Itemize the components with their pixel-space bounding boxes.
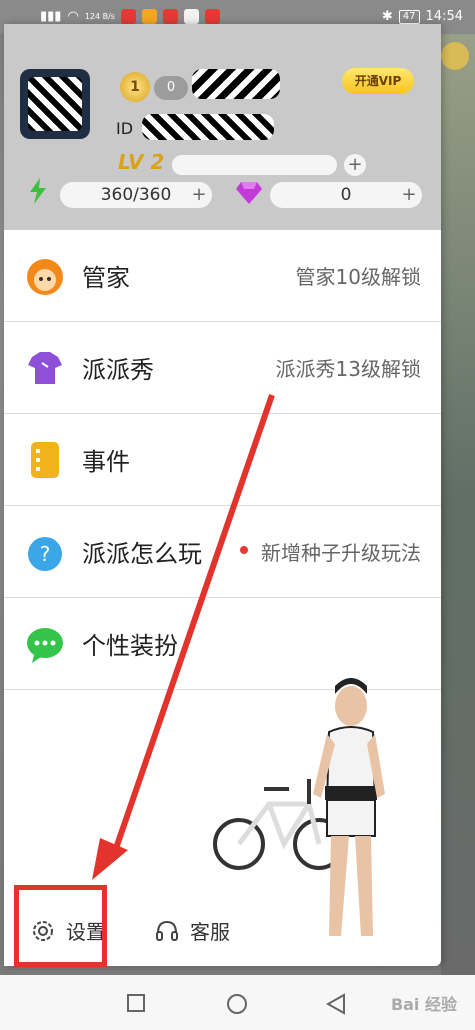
new-indicator-dot <box>240 546 248 554</box>
menu-item-butler[interactable]: 管家 管家10级解锁 <box>4 230 441 322</box>
status-right: ✱ 47 14:54 <box>382 9 463 24</box>
menu-label: 个性装扮 <box>82 632 178 660</box>
menu-hint: 管家10级解锁 <box>295 265 421 289</box>
level-progress-bar <box>172 155 337 175</box>
chat-bubble-icon <box>27 627 63 663</box>
character-figure <box>313 678 385 936</box>
svg-text:?: ? <box>40 542 51 566</box>
user-level: LV 2 <box>118 150 165 174</box>
back-button[interactable] <box>326 993 346 1015</box>
profile-header: 1 0 开通VIP ID LV 2 + 360/360 + 0 + <box>4 24 441 230</box>
customer-service-button[interactable]: 客服 <box>154 916 230 945</box>
add-level-button[interactable]: + <box>344 154 366 176</box>
menu-label: 事件 <box>82 448 130 476</box>
open-vip-button[interactable]: 开通VIP <box>342 68 414 94</box>
help-bubble-icon: ? <box>28 536 62 571</box>
drawer-menu: 管家 管家10级解锁 派派秀 派派秀13级解锁 事件 ? 派派怎么玩 新增种子升… <box>4 230 441 690</box>
menu-item-paipai-show[interactable]: 派派秀 派派秀13级解锁 <box>4 322 441 414</box>
butler-icon <box>27 258 63 295</box>
recent-apps-button[interactable] <box>126 993 146 1013</box>
clock: 14:54 <box>425 9 463 24</box>
menu-label: 管家 <box>82 264 130 292</box>
watermark: Bai 经验 <box>390 995 457 1014</box>
bluetooth-icon: ✱ <box>381 9 393 24</box>
add-gem-button[interactable]: + <box>398 184 420 206</box>
app-icon <box>141 9 157 24</box>
battery-indicator: 47 <box>398 9 420 24</box>
menu-hint: 新增种子升级玩法 <box>261 541 421 565</box>
diamond-badge-icon: 0 <box>154 76 188 100</box>
username-redacted <box>192 69 280 99</box>
user-id-label: ID <box>116 119 134 138</box>
level-badge-icon: 1 <box>120 72 150 102</box>
screen: ▮▮▮ ◠ 124 B/s ✱ 47 14:54 1 0 开通VIP ID LV… <box>0 0 475 1030</box>
add-energy-button[interactable]: + <box>188 184 210 206</box>
user-id-redacted <box>142 114 274 140</box>
side-drawer: 1 0 开通VIP ID LV 2 + 360/360 + 0 + 管家 管家1… <box>4 24 441 966</box>
menu-label: 派派秀 <box>82 356 154 384</box>
background-coin-icon <box>441 42 469 70</box>
menu-item-events[interactable]: 事件 <box>4 414 441 506</box>
notebook-icon <box>31 441 59 478</box>
gem-icon <box>236 182 262 204</box>
shirt-icon <box>28 351 62 384</box>
background-app-edge <box>441 30 475 975</box>
wifi-icon: ◠ <box>67 9 79 24</box>
user-avatar-icon[interactable] <box>20 69 90 139</box>
bicycle-icon <box>213 779 345 870</box>
app-icon <box>162 9 178 24</box>
menu-hint: 派派秀13级解锁 <box>275 357 421 381</box>
status-left: ▮▮▮ ◠ 124 B/s <box>40 9 220 24</box>
energy-icon <box>30 178 46 204</box>
system-navigation-bar: Bai 经验 <box>0 975 475 1030</box>
taobao-app-icon <box>120 9 136 24</box>
menu-label: 派派怎么玩 <box>82 540 202 568</box>
headset-icon <box>156 920 178 941</box>
app-icon <box>204 9 220 24</box>
home-button[interactable] <box>226 993 248 1015</box>
signal-icon: ▮▮▮ <box>40 9 62 24</box>
menu-item-how-to-play[interactable]: ? 派派怎么玩 新增种子升级玩法 <box>4 506 441 598</box>
net-speed: 124 B/s <box>84 11 115 21</box>
service-label: 客服 <box>190 920 230 944</box>
annotation-highlight-box <box>14 885 107 967</box>
app-icon <box>183 9 199 24</box>
